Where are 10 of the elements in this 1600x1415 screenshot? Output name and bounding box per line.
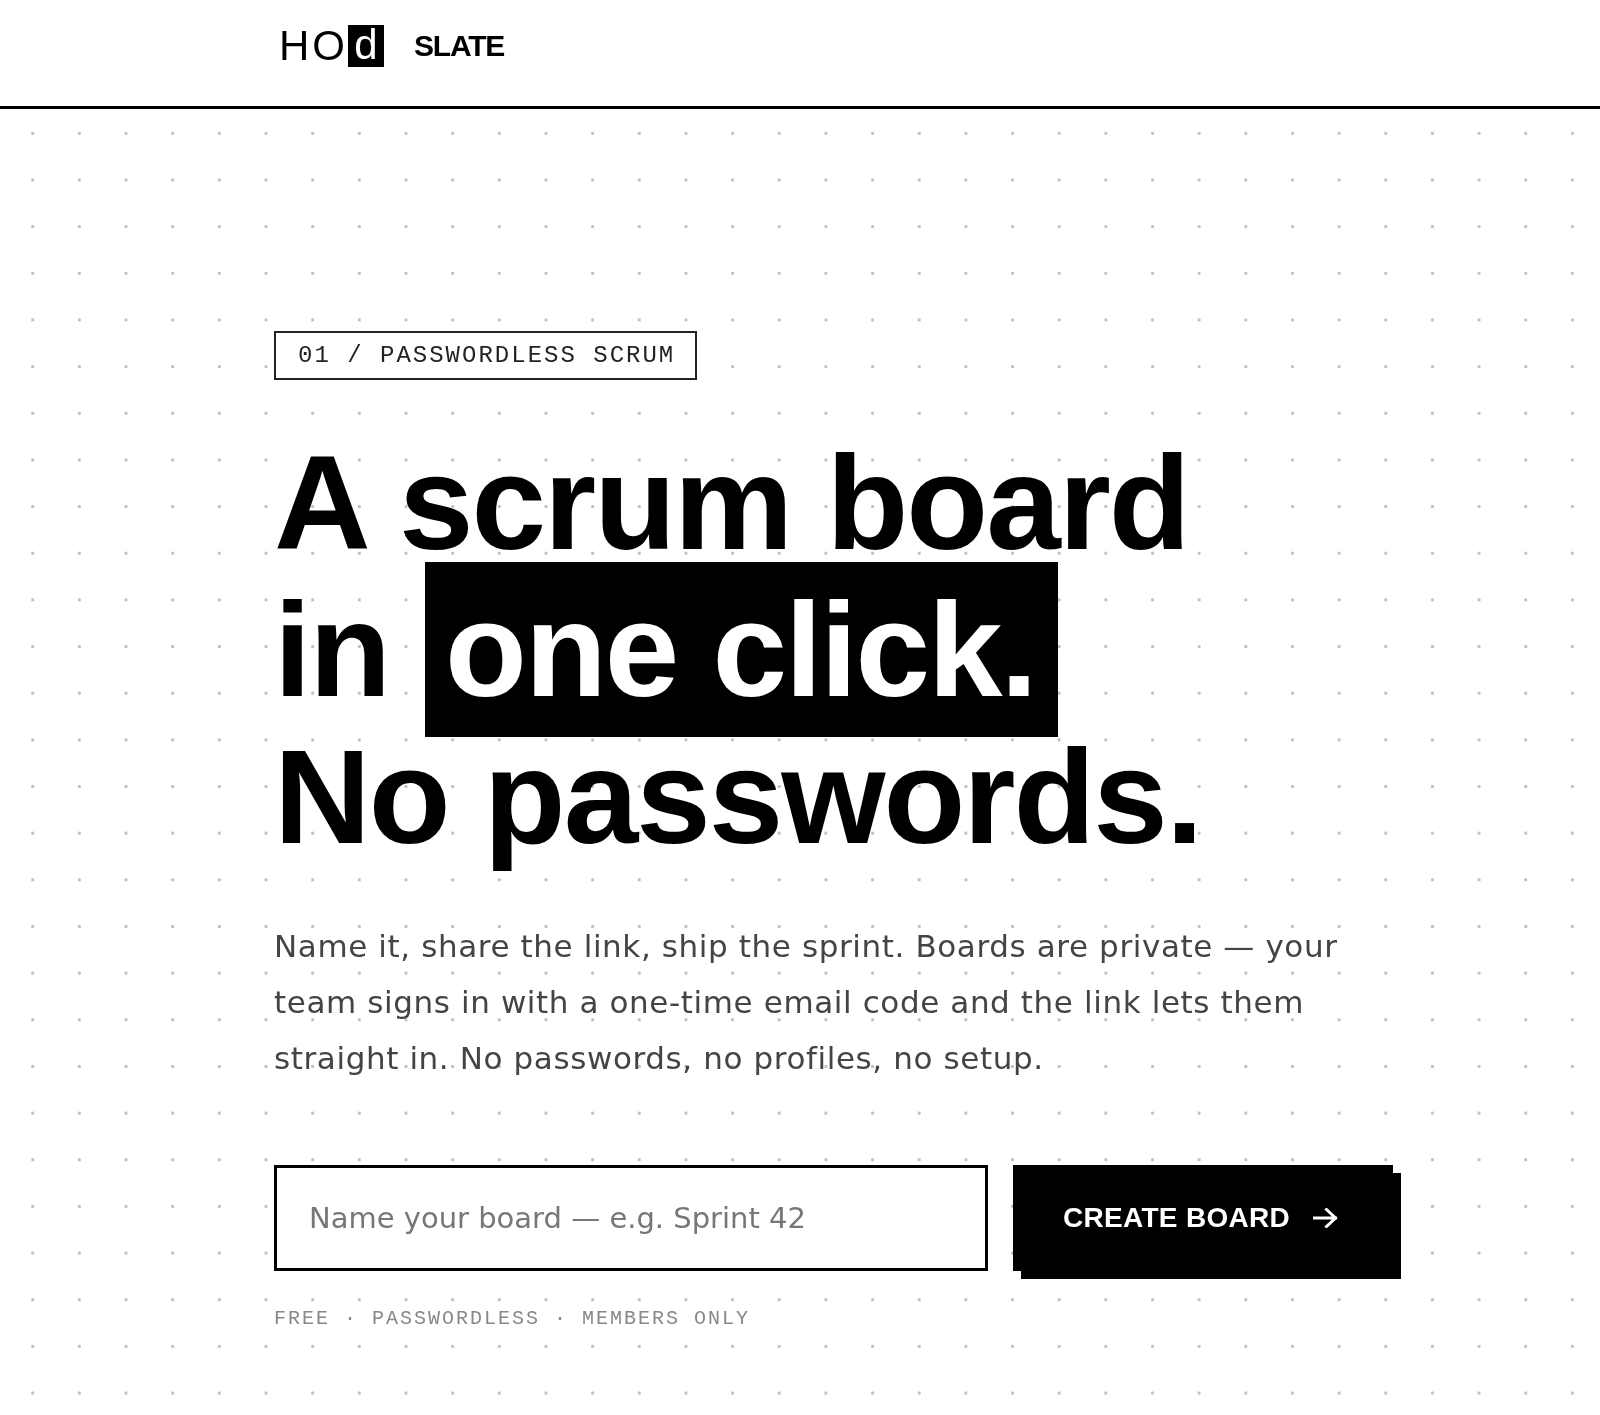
headline-text: in	[274, 575, 390, 724]
hero-description: Name it, share the link, ship the sprint. Boards are private — your team signs in with a one-time email code and the link lets them straight in. No passwords, no profiles, no setup.	[274, 927, 1339, 1078]
section-label: 01 / PASSWORDLESS SCRUM	[274, 331, 698, 380]
highlighted-headline-text: one click.	[425, 562, 1058, 737]
product-name: SLATE	[414, 27, 505, 64]
create-board-button[interactable]: CREATE BOARD	[1013, 1165, 1401, 1279]
brand-logo: HO d	[279, 24, 384, 67]
feature-list: FREE · PASSWORDLESS · MEMBERS ONLY	[274, 1307, 751, 1331]
arrow-right-icon	[1313, 1208, 1339, 1228]
board-name-input[interactable]: Name your board — e.g. Sprint 42	[274, 1165, 988, 1271]
